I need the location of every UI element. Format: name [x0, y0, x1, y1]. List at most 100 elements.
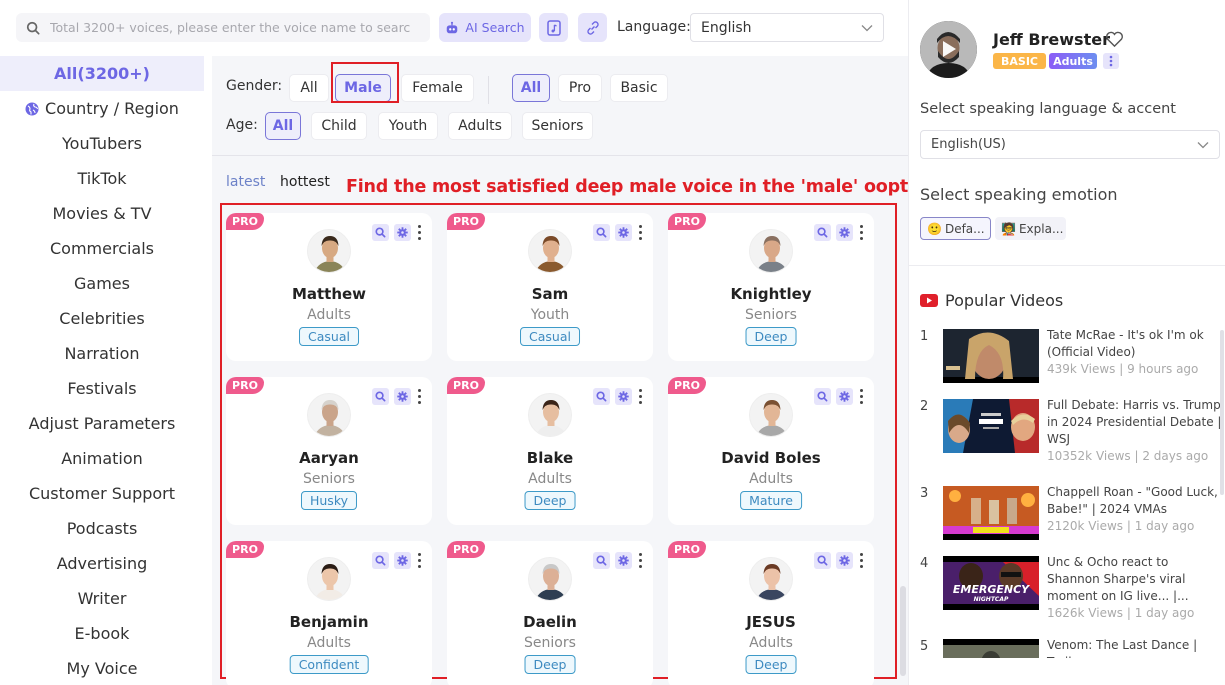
preview-button[interactable]: [814, 224, 831, 241]
voice-card[interactable]: PRO Daelin Seniors Deep: [447, 541, 653, 685]
sidebar-item-festivals[interactable]: Festivals: [0, 371, 204, 406]
settings-button[interactable]: [836, 552, 853, 569]
videos-scrollbar[interactable]: [1220, 330, 1224, 495]
sidebar-item-all[interactable]: All(3200+): [0, 56, 204, 91]
voice-card[interactable]: PRO JESUS Adults Deep: [668, 541, 874, 685]
sidebar-item-games[interactable]: Games: [0, 266, 204, 301]
preview-button[interactable]: [372, 224, 389, 241]
ai-search-button[interactable]: AI Search: [439, 13, 531, 42]
age-child-chip[interactable]: Child: [311, 112, 367, 140]
settings-button[interactable]: [394, 224, 411, 241]
voice-name: Aaryan: [299, 449, 359, 467]
voice-card[interactable]: PRO Knightley Seniors Deep: [668, 213, 874, 361]
robot-icon: [447, 21, 458, 33]
age-youth-chip[interactable]: Youth: [378, 112, 438, 140]
age-all-chip[interactable]: All: [265, 112, 301, 140]
video-thumbnail[interactable]: [943, 329, 1039, 383]
tier-basic-chip[interactable]: Basic: [610, 74, 668, 102]
preview-button[interactable]: [593, 388, 610, 405]
category-sidebar: All(3200+) Country / Region YouTubers Ti…: [0, 56, 204, 685]
voice-card[interactable]: PRO Matthew Adults Casual: [226, 213, 432, 361]
more-vertical-icon[interactable]: [637, 552, 643, 569]
sort-latest-tab[interactable]: latest: [226, 174, 265, 190]
voice-card[interactable]: PRO Sam Youth Casual: [447, 213, 653, 361]
settings-button[interactable]: [836, 388, 853, 405]
more-vertical-icon[interactable]: [416, 552, 422, 569]
selected-voice-avatar[interactable]: [920, 21, 977, 78]
more-vertical-icon[interactable]: [416, 224, 422, 241]
preview-button[interactable]: [814, 552, 831, 569]
pro-badge: PRO: [447, 377, 485, 394]
sidebar-item-movies-tv[interactable]: Movies & TV: [0, 196, 204, 231]
settings-button[interactable]: [836, 224, 853, 241]
search-input[interactable]: [50, 20, 410, 35]
language-accent-select[interactable]: English(US): [920, 130, 1220, 159]
voice-age: Seniors: [745, 307, 797, 323]
grid-scrollbar[interactable]: [900, 586, 906, 676]
sidebar-item-youtubers[interactable]: YouTubers: [0, 126, 204, 161]
voice-card[interactable]: PRO Blake Adults Deep: [447, 377, 653, 525]
task-annotation: Find the most satisfied deep male voice …: [346, 177, 938, 197]
more-vertical-icon[interactable]: [858, 552, 864, 569]
sidebar-item-my-voice[interactable]: My Voice: [0, 651, 204, 685]
sidebar-item-customer-support[interactable]: Customer Support: [0, 476, 204, 511]
pro-badge: PRO: [447, 541, 485, 558]
pro-badge: PRO: [668, 541, 706, 558]
sidebar-item-ebook[interactable]: E-book: [0, 616, 204, 651]
preview-button[interactable]: [372, 552, 389, 569]
gender-female-chip[interactable]: Female: [401, 74, 474, 102]
person-portrait-icon: [529, 394, 571, 436]
more-options-button[interactable]: [1103, 53, 1119, 69]
sidebar-item-tiktok[interactable]: TikTok: [0, 161, 204, 196]
heart-icon[interactable]: [1105, 31, 1124, 48]
sidebar-item-celebrities[interactable]: Celebrities: [0, 301, 204, 336]
settings-button[interactable]: [615, 388, 632, 405]
link-button[interactable]: [578, 13, 607, 42]
sidebar-item-advertising[interactable]: Advertising: [0, 546, 204, 581]
tier-all-chip[interactable]: All: [512, 74, 550, 102]
language-select[interactable]: English: [690, 13, 884, 42]
tier-pro-chip[interactable]: Pro: [558, 74, 602, 102]
preview-button[interactable]: [814, 388, 831, 405]
gender-all-chip[interactable]: All: [289, 74, 329, 102]
sidebar-item-label: TikTok: [77, 169, 127, 188]
more-vertical-icon[interactable]: [637, 224, 643, 241]
search-box[interactable]: [16, 13, 430, 42]
voice-card[interactable]: PRO Benjamin Adults Confident: [226, 541, 432, 685]
sidebar-item-label: Games: [74, 274, 130, 293]
settings-button[interactable]: [394, 388, 411, 405]
age-adults-chip[interactable]: Adults: [448, 112, 512, 140]
sidebar-item-adjust-parameters[interactable]: Adjust Parameters: [0, 406, 204, 441]
preview-button[interactable]: [593, 552, 610, 569]
person-portrait-icon: [750, 394, 792, 436]
settings-button[interactable]: [394, 552, 411, 569]
audio-file-button[interactable]: [539, 13, 568, 42]
settings-button[interactable]: [615, 224, 632, 241]
more-vertical-icon[interactable]: [858, 388, 864, 405]
sidebar-item-commercials[interactable]: Commercials: [0, 231, 204, 266]
more-vertical-icon[interactable]: [637, 388, 643, 405]
sidebar-item-podcasts[interactable]: Podcasts: [0, 511, 204, 546]
gear-icon: [839, 391, 850, 402]
preview-button[interactable]: [372, 388, 389, 405]
sort-hottest-tab[interactable]: hottest: [280, 174, 330, 190]
video-thumbnail[interactable]: EMERGENCY NIGHTCAP: [943, 556, 1039, 610]
video-thumbnail[interactable]: [943, 399, 1039, 453]
sidebar-item-animation[interactable]: Animation: [0, 441, 204, 476]
age-seniors-chip[interactable]: Seniors: [522, 112, 593, 140]
preview-button[interactable]: [593, 224, 610, 241]
more-vertical-icon[interactable]: [858, 224, 864, 241]
sidebar-item-country-region[interactable]: Country / Region: [0, 91, 204, 126]
emotion-explain-chip[interactable]: 🧑‍🏫 Expla...: [995, 217, 1066, 240]
video-thumbnail[interactable]: [943, 639, 1039, 658]
sidebar-item-writer[interactable]: Writer: [0, 581, 204, 616]
more-vertical-icon: [1109, 55, 1113, 67]
voice-card[interactable]: PRO Aaryan Seniors Husky: [226, 377, 432, 525]
sidebar-item-narration[interactable]: Narration: [0, 336, 204, 371]
person-portrait-icon: [750, 558, 792, 600]
more-vertical-icon[interactable]: [416, 388, 422, 405]
video-thumbnail[interactable]: [943, 486, 1039, 540]
emotion-default-chip[interactable]: 🙂 Defa...: [920, 217, 991, 240]
settings-button[interactable]: [615, 552, 632, 569]
voice-card[interactable]: PRO David Boles Adults Mature: [668, 377, 874, 525]
